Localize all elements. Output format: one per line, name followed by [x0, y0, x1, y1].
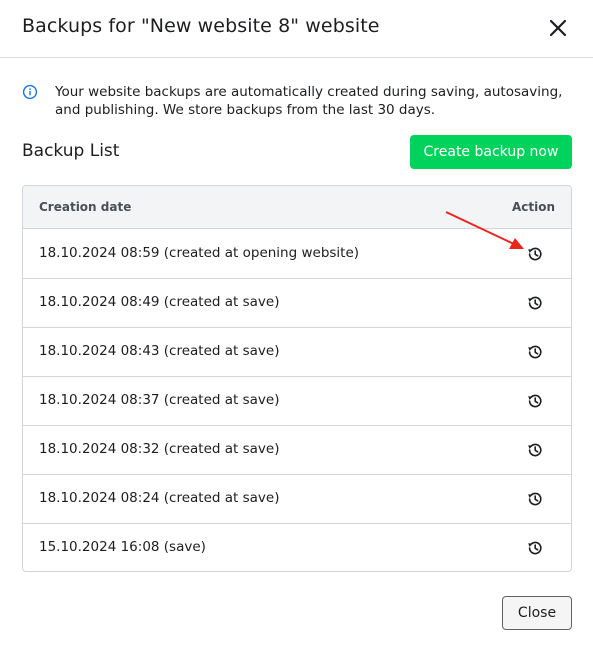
creation-date-cell: 18.10.2024 08:37 (created at save)	[39, 392, 280, 408]
column-header-creation-date: Creation date	[39, 200, 132, 214]
table-row: 18.10.2024 08:32 (created at save)	[23, 426, 571, 475]
restore-icon[interactable]	[526, 294, 544, 312]
table-row: 15.10.2024 16:08 (save)	[23, 524, 571, 571]
table-row: 18.10.2024 08:49 (created at save)	[23, 279, 571, 328]
restore-icon[interactable]	[526, 343, 544, 361]
creation-date-cell: 15.10.2024 16:08 (save)	[39, 539, 206, 555]
section-title: Backup List	[22, 141, 120, 161]
table-row: 18.10.2024 08:43 (created at save)	[23, 328, 571, 377]
info-icon	[22, 84, 38, 100]
dialog-title: Backups for "New website 8" website	[22, 15, 380, 37]
backup-table: Creation date Action 18.10.2024 08:59 (c…	[22, 185, 572, 572]
close-icon[interactable]	[546, 16, 570, 40]
create-backup-button[interactable]: Create backup now	[410, 135, 572, 169]
table-row: 18.10.2024 08:24 (created at save)	[23, 475, 571, 524]
creation-date-cell: 18.10.2024 08:49 (created at save)	[39, 294, 280, 310]
table-row: 18.10.2024 08:37 (created at save)	[23, 377, 571, 426]
creation-date-cell: 18.10.2024 08:32 (created at save)	[39, 441, 280, 457]
column-header-action: Action	[511, 200, 555, 214]
restore-icon[interactable]	[526, 441, 544, 459]
dialog-header: Backups for "New website 8" website	[0, 0, 593, 58]
creation-date-cell: 18.10.2024 08:43 (created at save)	[39, 343, 280, 359]
table-header: Creation date Action	[23, 186, 571, 229]
restore-icon[interactable]	[526, 392, 544, 410]
table-row: 18.10.2024 08:59 (created at opening web…	[23, 230, 571, 279]
restore-icon[interactable]	[526, 245, 544, 263]
restore-icon[interactable]	[526, 539, 544, 557]
backups-dialog: Backups for "New website 8" website Your…	[0, 0, 593, 650]
restore-icon[interactable]	[526, 490, 544, 508]
close-button[interactable]: Close	[502, 596, 572, 630]
creation-date-cell: 18.10.2024 08:59 (created at opening web…	[39, 245, 360, 261]
creation-date-cell: 18.10.2024 08:24 (created at save)	[39, 490, 280, 506]
info-text: Your website backups are automatically c…	[55, 84, 563, 118]
